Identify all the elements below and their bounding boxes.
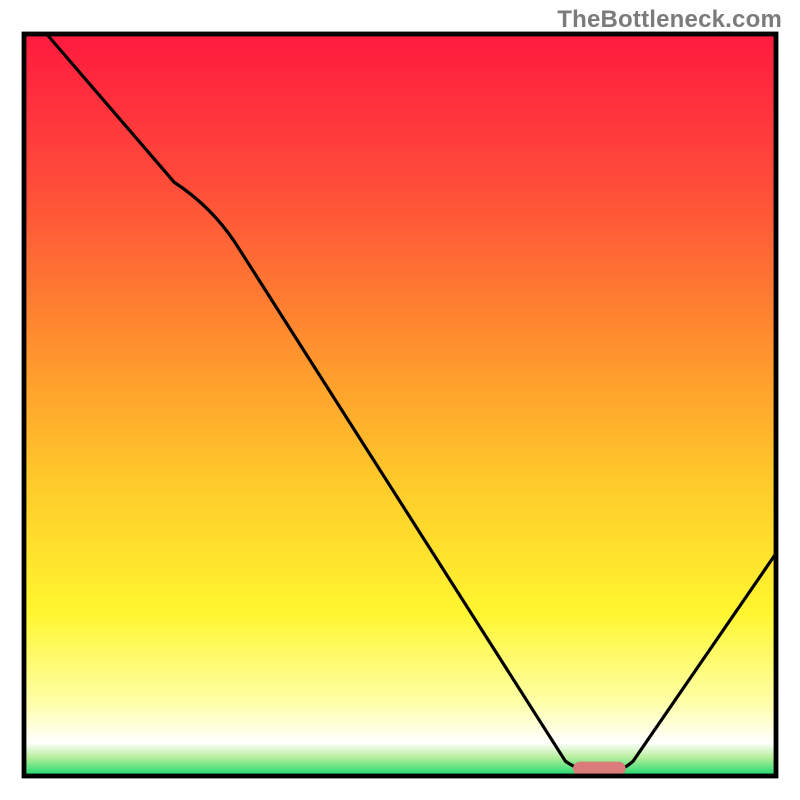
plot-background: [24, 34, 776, 776]
chart-svg: [0, 0, 800, 800]
chart-frame: TheBottleneck.com: [0, 0, 800, 800]
optimal-range-marker: [573, 762, 626, 776]
watermark-text: TheBottleneck.com: [557, 6, 782, 34]
